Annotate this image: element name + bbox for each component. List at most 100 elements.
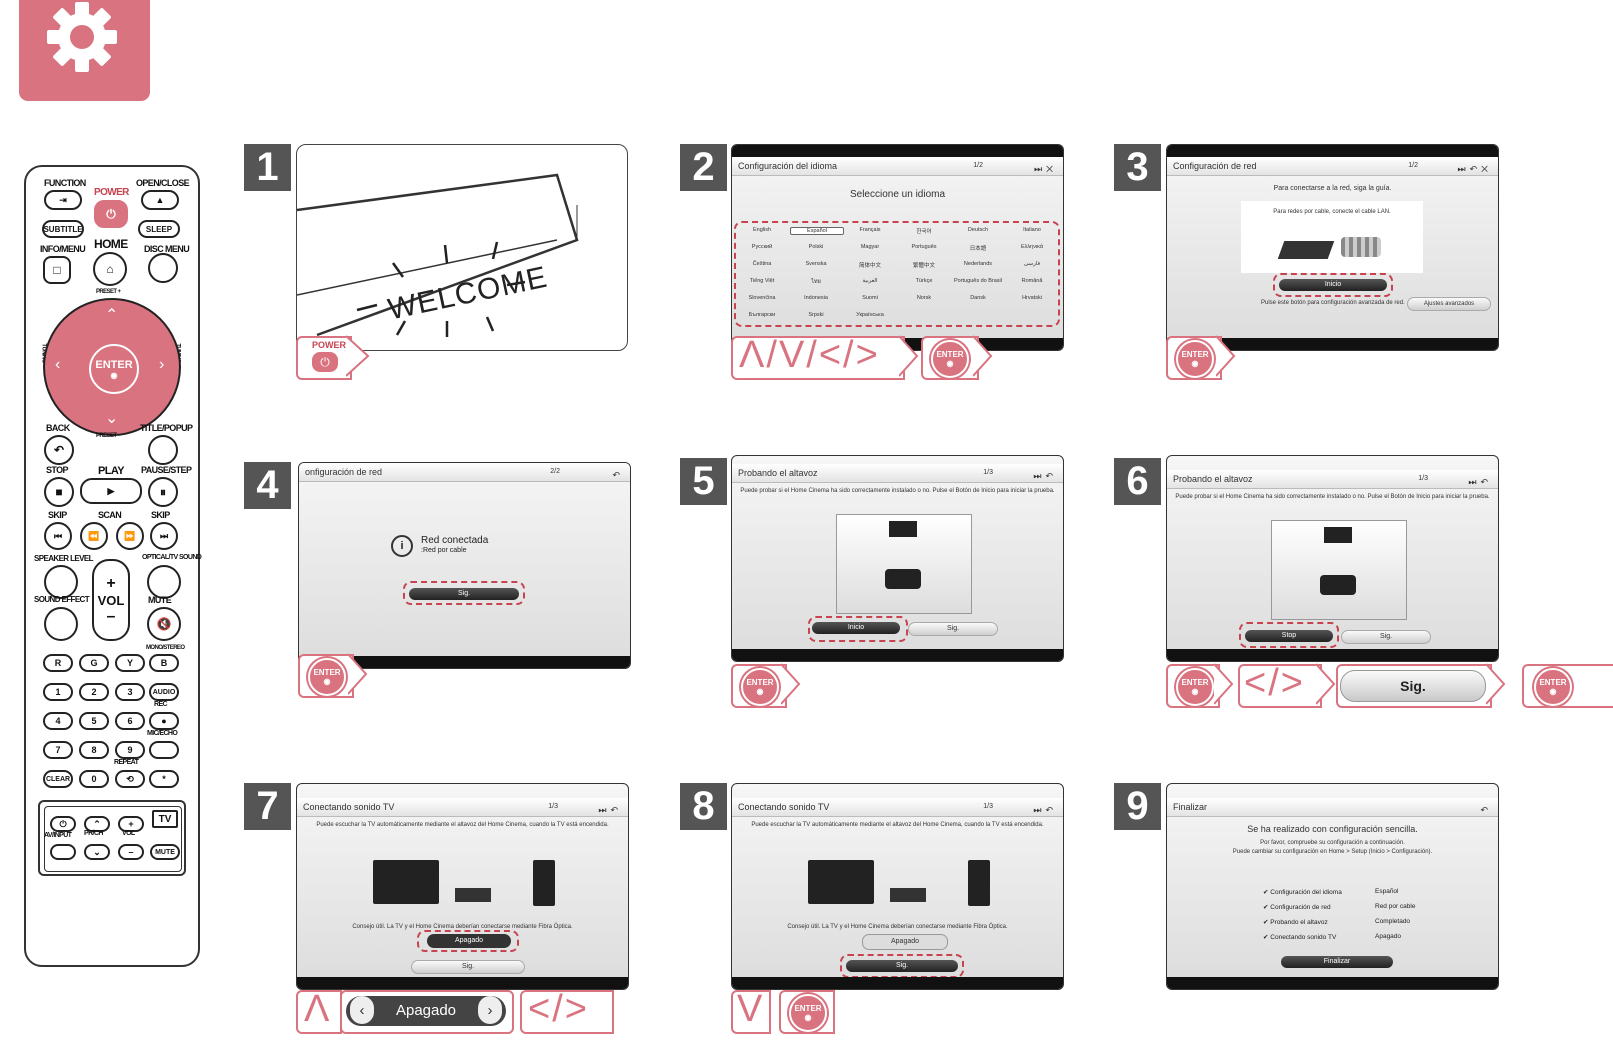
pause-button[interactable]: ⏸: [148, 477, 178, 507]
down-arrow-icon[interactable]: ⌄: [105, 408, 118, 428]
big-next-button: Sig.: [1340, 670, 1486, 702]
info-button[interactable]: □: [43, 256, 71, 284]
lan-cable-icon: [1341, 237, 1381, 257]
mono-stereo-label: MONO/STEREO: [146, 645, 185, 651]
play-button[interactable]: ▶: [80, 478, 142, 504]
language-screen: Configuración del idioma ⏭✕ 1/2 Seleccione…: [731, 144, 1064, 351]
enter-text: ENTER: [936, 350, 964, 359]
arrow-right-icon: [1214, 663, 1234, 705]
connection-type: :Red por cable: [421, 547, 467, 554]
up-key-label: Λ: [304, 988, 332, 1030]
sleep-button[interactable]: SLEEP: [138, 220, 180, 238]
step-number: 8: [680, 783, 727, 830]
key-5[interactable]: 5: [79, 712, 109, 730]
tv-vol-label: VOL: [122, 830, 135, 837]
tv-sound-selector[interactable]: Apagado: [862, 934, 948, 950]
scan-back-button[interactable]: ⏪: [80, 522, 108, 550]
mic-echo-button[interactable]: [149, 741, 179, 759]
key-8[interactable]: 8: [79, 741, 109, 759]
audio-button[interactable]: AUDIO: [149, 683, 179, 701]
enter-button[interactable]: ENTER ◉: [89, 344, 139, 394]
stop-button[interactable]: ■: [44, 477, 74, 507]
repeat-button[interactable]: ⟲: [115, 770, 145, 788]
right-arrow-icon[interactable]: ›: [159, 356, 164, 374]
key-3[interactable]: 3: [115, 683, 145, 701]
mute-button[interactable]: 🔇: [147, 607, 181, 641]
vol-minus-icon[interactable]: –: [107, 608, 116, 626]
key-4[interactable]: 4: [43, 712, 73, 730]
eject-button[interactable]: ▲: [141, 190, 179, 210]
sound-effect-button[interactable]: [44, 607, 78, 641]
power-button[interactable]: ⏻: [94, 200, 128, 228]
step-number: 1: [244, 144, 291, 191]
next-button[interactable]: Sig.: [1341, 630, 1431, 644]
skip-back-button[interactable]: ⏮: [44, 522, 72, 550]
optical-button[interactable]: [147, 565, 181, 599]
disc-menu-button[interactable]: [148, 253, 178, 283]
guide-text: Para conectarse a la red, siga la guía.: [1273, 185, 1392, 192]
skip-forward-button[interactable]: ⏭: [150, 522, 178, 550]
key-1[interactable]: 1: [43, 683, 73, 701]
blue-button[interactable]: B: [149, 654, 179, 672]
key-9[interactable]: 9: [115, 741, 145, 759]
vol-label: VOL: [97, 592, 125, 608]
tv-vol-down-button[interactable]: –: [118, 844, 144, 860]
screen-title: Conectando sonido TV: [738, 802, 830, 812]
key-2[interactable]: 2: [79, 683, 109, 701]
connected-text: Red conectada: [421, 535, 489, 546]
step1-device-panel: WELCOME: [296, 144, 628, 351]
nav-icons: ⏭↶: [1033, 805, 1057, 815]
subtitle-button[interactable]: SUBTITLE: [42, 220, 84, 238]
next-button[interactable]: Sig.: [908, 622, 998, 636]
av-input-button[interactable]: [50, 844, 76, 860]
page-indicator: 2/2: [550, 468, 560, 475]
vol-plus-icon[interactable]: +: [106, 575, 115, 593]
nav-icons: ⏭✕: [1034, 164, 1057, 174]
back-button[interactable]: ↶: [44, 435, 74, 465]
power-key-label: POWER: [312, 340, 347, 350]
key-0[interactable]: 0: [79, 770, 109, 788]
green-button[interactable]: G: [79, 654, 109, 672]
selector-value: Apagado: [890, 938, 920, 945]
left-arrow-icon[interactable]: ‹: [55, 356, 60, 374]
tv-mute-button[interactable]: MUTE: [150, 844, 180, 860]
home-button[interactable]: ⌂: [93, 252, 127, 286]
enter-icon: ENTER ◉: [789, 994, 827, 1032]
star-button[interactable]: *: [149, 770, 179, 788]
next-button[interactable]: Sig.: [411, 960, 525, 974]
enter-key-badge: ENTER ◉: [731, 664, 787, 708]
clear-button[interactable]: CLEAR: [43, 770, 73, 788]
title-popup-button[interactable]: [148, 435, 178, 465]
function-button[interactable]: ⇥: [44, 190, 82, 210]
key-6[interactable]: 6: [115, 712, 145, 730]
tv-icon: [1324, 527, 1352, 543]
page-indicator: 1/2: [973, 162, 983, 169]
up-arrow-icon[interactable]: ⌃: [105, 305, 118, 325]
volume-rocker[interactable]: + VOL –: [92, 559, 130, 641]
scan-forward-button[interactable]: ⏩: [116, 522, 144, 550]
rec-button[interactable]: ●: [149, 712, 179, 730]
red-button[interactable]: R: [43, 654, 73, 672]
power-icon: ⏻: [312, 352, 338, 372]
screen-title: Configuración del idioma: [738, 161, 838, 171]
back-label: BACK: [46, 423, 70, 433]
key-7[interactable]: 7: [43, 741, 73, 759]
step-number: 5: [680, 458, 727, 505]
step-number: 3: [1114, 144, 1161, 191]
power-key-badge: POWER ⏻: [296, 336, 352, 380]
speaker-level-button[interactable]: [44, 565, 78, 599]
finish-screen: Finalizar ↶ Se ha realizado con configura…: [1166, 783, 1499, 990]
summary-row: ✔ Configuración de red Red por cable: [1263, 903, 1463, 911]
pr-ch-down-button[interactable]: ⌄: [84, 844, 110, 860]
yellow-button[interactable]: Y: [115, 654, 145, 672]
navigation-ring[interactable]: ENTER ◉ ⌃ ⌄ ‹ ›: [43, 298, 181, 436]
tv-sound-screen: Conectando sonido TV ⏭↶ 1/3 Puede escuchar…: [731, 783, 1064, 990]
tv-power-button[interactable]: ⏻: [50, 816, 76, 832]
advanced-settings-button[interactable]: Ajustes avanzados: [1407, 297, 1491, 311]
left-right-keys-badge: </>: [1238, 664, 1322, 708]
enter-icon: ENTER ◉: [1534, 668, 1572, 706]
enter-icon: ENTER ◉: [308, 658, 346, 696]
enter-text: ENTER: [1181, 350, 1209, 359]
stop-label: STOP: [46, 465, 69, 475]
finish-button[interactable]: Finalizar: [1281, 956, 1393, 968]
